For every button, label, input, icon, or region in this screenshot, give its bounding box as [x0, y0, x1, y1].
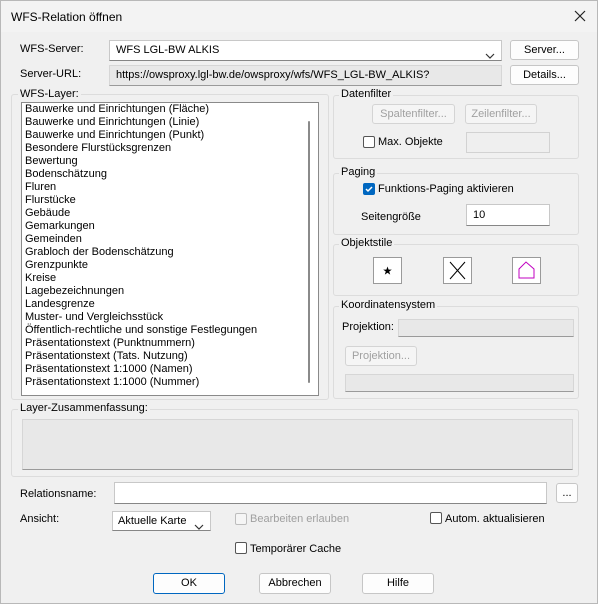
bearbeiten-label: Bearbeiten erlauben — [250, 513, 350, 525]
relationsname-label: Relationsname: — [20, 488, 97, 500]
projektion-button[interactable]: Projektion... — [345, 346, 417, 366]
bearbeiten-checkbox[interactable] — [235, 513, 247, 525]
layer-list-item[interactable]: Lagebezeichnungen — [22, 285, 318, 298]
ok-button[interactable]: OK — [153, 573, 225, 594]
polygon-icon — [518, 261, 535, 279]
dialog-window: WFS-Relation öffnen WFS-Server: WFS LGL-… — [0, 0, 598, 604]
wfs-layer-list[interactable]: Bauwerke und Einrichtungen (Fläche) Bauwe… — [21, 102, 319, 396]
projektion-details-field — [345, 374, 574, 392]
wfs-server-value: WFS LGL-BW ALKIS — [116, 44, 220, 56]
details-button[interactable]: Details... — [510, 65, 579, 85]
summary-field — [22, 419, 573, 470]
ansicht-label: Ansicht: — [20, 513, 60, 525]
max-objekte-input[interactable] — [466, 132, 550, 153]
wfs-server-label: WFS-Server: — [20, 43, 84, 55]
ansicht-value: Aktuelle Karte — [118, 515, 187, 527]
layer-list-item[interactable]: Gemarkungen — [22, 220, 318, 233]
layer-list-item[interactable]: Gebäude — [22, 207, 318, 220]
layer-list-item[interactable]: Präsentationstext 1:1000 (Namen) — [22, 363, 318, 376]
koordinatensystem-title: Koordinatensystem — [339, 299, 438, 311]
layer-list-item[interactable]: Bauwerke und Einrichtungen (Linie) — [22, 116, 318, 129]
area-style-button[interactable] — [512, 257, 541, 284]
layer-list-item[interactable]: Präsentationstext (Tats. Nutzung) — [22, 350, 318, 363]
layer-list-item[interactable]: Präsentationstext 1:1000 (Nummer) — [22, 376, 318, 389]
seitengroesse-label: Seitengröße — [361, 211, 421, 223]
projektion-label: Projektion: — [342, 321, 394, 333]
layer-list-item[interactable]: Gemeinden — [22, 233, 318, 246]
layer-list-item[interactable]: Flurstücke — [22, 194, 318, 207]
chevron-down-icon — [194, 518, 204, 530]
line-cross-icon — [449, 261, 466, 280]
server-url-label: Server-URL: — [20, 68, 82, 80]
layer-list-item[interactable]: Kreise — [22, 272, 318, 285]
temp-cache-checkbox[interactable] — [235, 542, 247, 554]
layer-list-item[interactable]: Besondere Flurstücksgrenzen — [22, 142, 318, 155]
projektion-field — [398, 319, 574, 337]
server-button[interactable]: Server... — [510, 40, 579, 60]
point-style-button[interactable] — [373, 257, 402, 284]
layer-list-item[interactable]: Präsentationstext (Punktnummern) — [22, 337, 318, 350]
layer-list-item[interactable]: Bewertung — [22, 155, 318, 168]
layer-list-item[interactable]: Öffentlich-rechtliche und sonstige Festl… — [22, 324, 318, 337]
temp-cache-label: Temporärer Cache — [250, 543, 342, 555]
max-objekte-label: Max. Objekte — [378, 136, 443, 148]
layer-list-item[interactable]: Muster- und Vergleichsstück — [22, 311, 318, 324]
ansicht-dropdown[interactable]: Aktuelle Karte — [112, 511, 211, 531]
wfs-layer-title: WFS-Layer: — [18, 88, 81, 100]
layer-list-item[interactable]: Bauwerke und Einrichtungen (Punkt) — [22, 129, 318, 142]
help-button[interactable]: Hilfe — [362, 573, 434, 594]
max-objekte-checkbox[interactable] — [363, 136, 375, 148]
layer-list-item[interactable]: Fluren — [22, 181, 318, 194]
chevron-down-icon — [485, 47, 495, 60]
layer-list-item[interactable]: Landesgrenze — [22, 298, 318, 311]
layer-list-item[interactable]: Bauwerke und Einrichtungen (Fläche) — [22, 103, 318, 116]
wfs-server-dropdown[interactable]: WFS LGL-BW ALKIS — [109, 40, 502, 61]
datenfilter-title: Datenfilter — [339, 88, 394, 100]
seitengroesse-input[interactable]: 10 — [466, 204, 550, 226]
server-url-field[interactable]: https://owsproxy.lgl-bw.de/owsproxy/wfs/… — [109, 65, 502, 86]
layer-list-item[interactable]: Grabloch der Bodenschätzung — [22, 246, 318, 259]
close-icon[interactable] — [571, 7, 589, 25]
window-title: WFS-Relation öffnen — [11, 10, 123, 24]
paging-checkbox-label: Funktions-Paging aktivieren — [378, 183, 514, 195]
layer-list-item[interactable]: Grenzpunkte — [22, 259, 318, 272]
autom-aktualisieren-checkbox[interactable] — [430, 512, 442, 524]
autom-aktualisieren-label: Autom. aktualisieren — [445, 513, 545, 525]
summary-title: Layer-Zusammenfassung: — [18, 402, 150, 414]
zeilenfilter-button[interactable]: Zeilenfilter... — [465, 104, 537, 124]
paging-title: Paging — [339, 166, 378, 178]
paging-checkbox[interactable] — [363, 183, 375, 195]
relationsname-input[interactable] — [114, 482, 547, 504]
line-style-button[interactable] — [443, 257, 472, 284]
objektstile-title: Objektstile — [339, 237, 395, 249]
checkmark-icon — [365, 186, 373, 193]
scrollbar[interactable] — [308, 121, 310, 383]
cancel-button[interactable]: Abbrechen — [259, 573, 331, 594]
spaltenfilter-button[interactable]: Spaltenfilter... — [372, 104, 455, 124]
browse-button[interactable]: ... — [556, 483, 578, 503]
title-bar: WFS-Relation öffnen — [1, 1, 597, 32]
layer-list-item[interactable]: Bodenschätzung — [22, 168, 318, 181]
star-icon — [383, 266, 392, 275]
